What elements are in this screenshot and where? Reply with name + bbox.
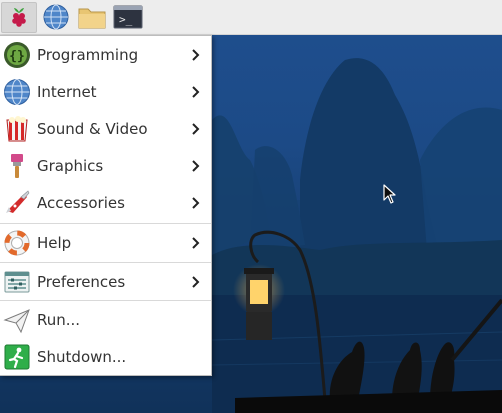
menu-item-accessories[interactable]: Accessories [0,185,211,221]
menu-item-label: Sound & Video [37,120,148,138]
submenu-arrow-icon [189,159,203,173]
menu-item-help[interactable]: Help [0,225,211,261]
run-paper-plane-icon [2,305,32,335]
web-browser-launcher[interactable] [39,2,73,33]
menu-item-label: Help [37,234,72,252]
svg-text:{}: {} [9,49,25,64]
submenu-arrow-icon [189,236,203,250]
submenu-arrow-icon [189,122,203,136]
folder-icon [78,8,106,29]
menu-button[interactable] [1,1,37,33]
terminal-prompt-text: >_ [119,13,133,26]
menu-item-label: Shutdown... [37,348,127,366]
menu-item-label: Internet [37,83,97,101]
menu-item-programming[interactable]: {} Programming [0,37,211,73]
menu-item-label: Accessories [37,194,125,212]
menu-separator [0,223,211,224]
menu-item-graphics[interactable]: Graphics [0,148,211,184]
submenu-arrow-icon [189,196,203,210]
menu-separator [0,262,211,263]
taskbar: >_ [0,0,502,35]
sound-video-icon [2,114,32,144]
accessories-knife-icon [2,188,32,218]
help-lifebuoy-icon [2,228,32,258]
menu-item-shutdown[interactable]: Shutdown... [0,339,211,375]
menu-separator [0,300,211,301]
programming-icon: {} [2,40,32,70]
submenu-arrow-icon [189,275,203,289]
graphics-brush-icon [2,151,32,181]
submenu-arrow-icon [189,48,203,62]
terminal-launcher[interactable]: >_ [111,2,145,33]
terminal-icon: >_ [113,5,143,29]
shutdown-exit-icon [2,342,32,372]
menu-item-internet[interactable]: Internet [0,74,211,110]
menu-item-label: Preferences [37,273,126,291]
mouse-pointer-icon [383,184,397,208]
file-manager-launcher[interactable] [75,2,109,33]
menu-item-run[interactable]: Run... [0,302,211,338]
menu-item-label: Programming [37,46,139,64]
menu-item-label: Run... [37,311,81,329]
application-menu: {} Programming Internet Sound & Video Gr… [0,35,212,376]
globe-icon [43,4,69,30]
submenu-arrow-icon [189,85,203,99]
raspberry-pi-logo-icon [12,8,26,27]
preferences-icon [2,267,32,297]
internet-globe-icon [2,77,32,107]
menu-item-preferences[interactable]: Preferences [0,264,211,300]
menu-item-sound-video[interactable]: Sound & Video [0,111,211,147]
menu-item-label: Graphics [37,157,104,175]
